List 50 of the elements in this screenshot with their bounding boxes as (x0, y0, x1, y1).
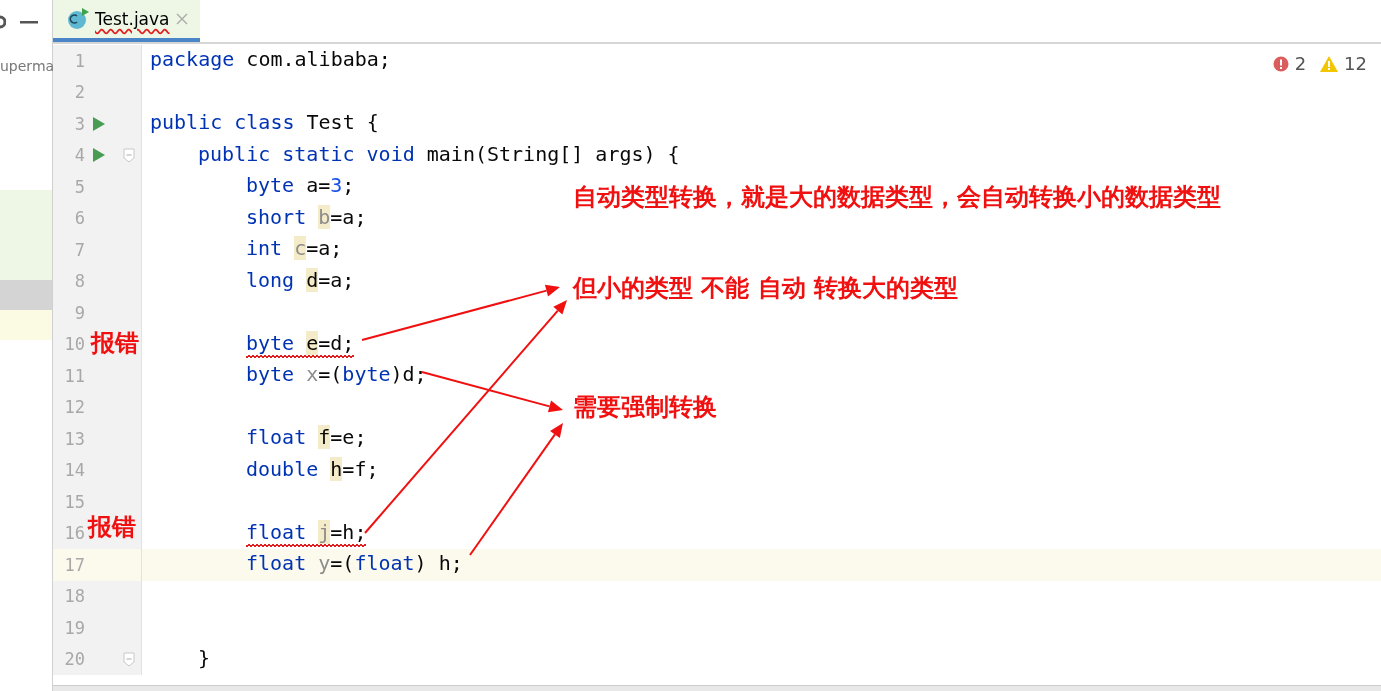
line-number: 4 (73, 145, 85, 166)
line-number: 14 (63, 460, 85, 481)
project-tree-item[interactable]: uperma (0, 58, 55, 74)
error-count: 2 (1294, 53, 1307, 74)
line-number: 8 (73, 271, 85, 292)
gear-icon[interactable] (0, 15, 6, 29)
annotation-text: 但小的类型 不能 自动 转换大的类型 (573, 273, 959, 304)
line-number: 19 (63, 617, 85, 638)
code-line: int c=a; (246, 236, 343, 263)
annotation-text: 报错 (88, 512, 136, 543)
code-line: float y=(float) h; (246, 551, 463, 578)
code-line: float f=e; (246, 425, 367, 452)
line-number: 2 (73, 82, 85, 103)
line-number: 7 (73, 239, 85, 260)
row-highlight (0, 310, 52, 340)
close-icon[interactable] (175, 13, 188, 25)
line-number: 10 (63, 334, 85, 355)
code-line: short b=a; (246, 204, 367, 231)
line-number: 11 (63, 365, 85, 386)
code-line: } (198, 645, 211, 672)
line-number: 5 (73, 176, 85, 197)
line-number: 9 (73, 302, 85, 323)
code-line: byte a=3; (246, 173, 355, 200)
warning-count: 12 (1344, 53, 1367, 74)
annotation-text: 自动类型转换，就是大的数据类型，会自动转换小的数据类型 (573, 182, 1221, 213)
line-number: 1 (73, 50, 85, 71)
line-number: 16 (63, 523, 85, 544)
line-number: 17 (63, 554, 85, 575)
code-line: double h=f; (246, 456, 379, 483)
line-number: 6 (73, 208, 85, 229)
run-icon[interactable] (93, 148, 105, 163)
minimize-icon[interactable] (20, 20, 38, 24)
error-icon[interactable] (1272, 55, 1289, 72)
code-line: package com.alibaba; (150, 47, 391, 74)
code-line: public static void main(String[] args) { (198, 141, 680, 168)
line-number: 15 (63, 491, 85, 512)
editor-tab[interactable]: Test.java (53, 0, 200, 42)
code-line: byte x=(byte)d; (246, 362, 427, 389)
code-line: public class Test { (150, 110, 379, 137)
line-number: 13 (63, 428, 85, 449)
line-number: 12 (63, 397, 85, 418)
line-number: 3 (73, 113, 85, 134)
code-line: long d=a; (246, 267, 355, 294)
annotation-text: 需要强制转换 (573, 392, 717, 423)
annotation-text: 报错 (91, 328, 139, 359)
line-number: 20 (63, 649, 85, 670)
warning-icon[interactable] (1320, 55, 1339, 72)
run-icon[interactable] (93, 116, 105, 131)
line-number: 18 (63, 586, 85, 607)
class-icon (67, 8, 89, 30)
